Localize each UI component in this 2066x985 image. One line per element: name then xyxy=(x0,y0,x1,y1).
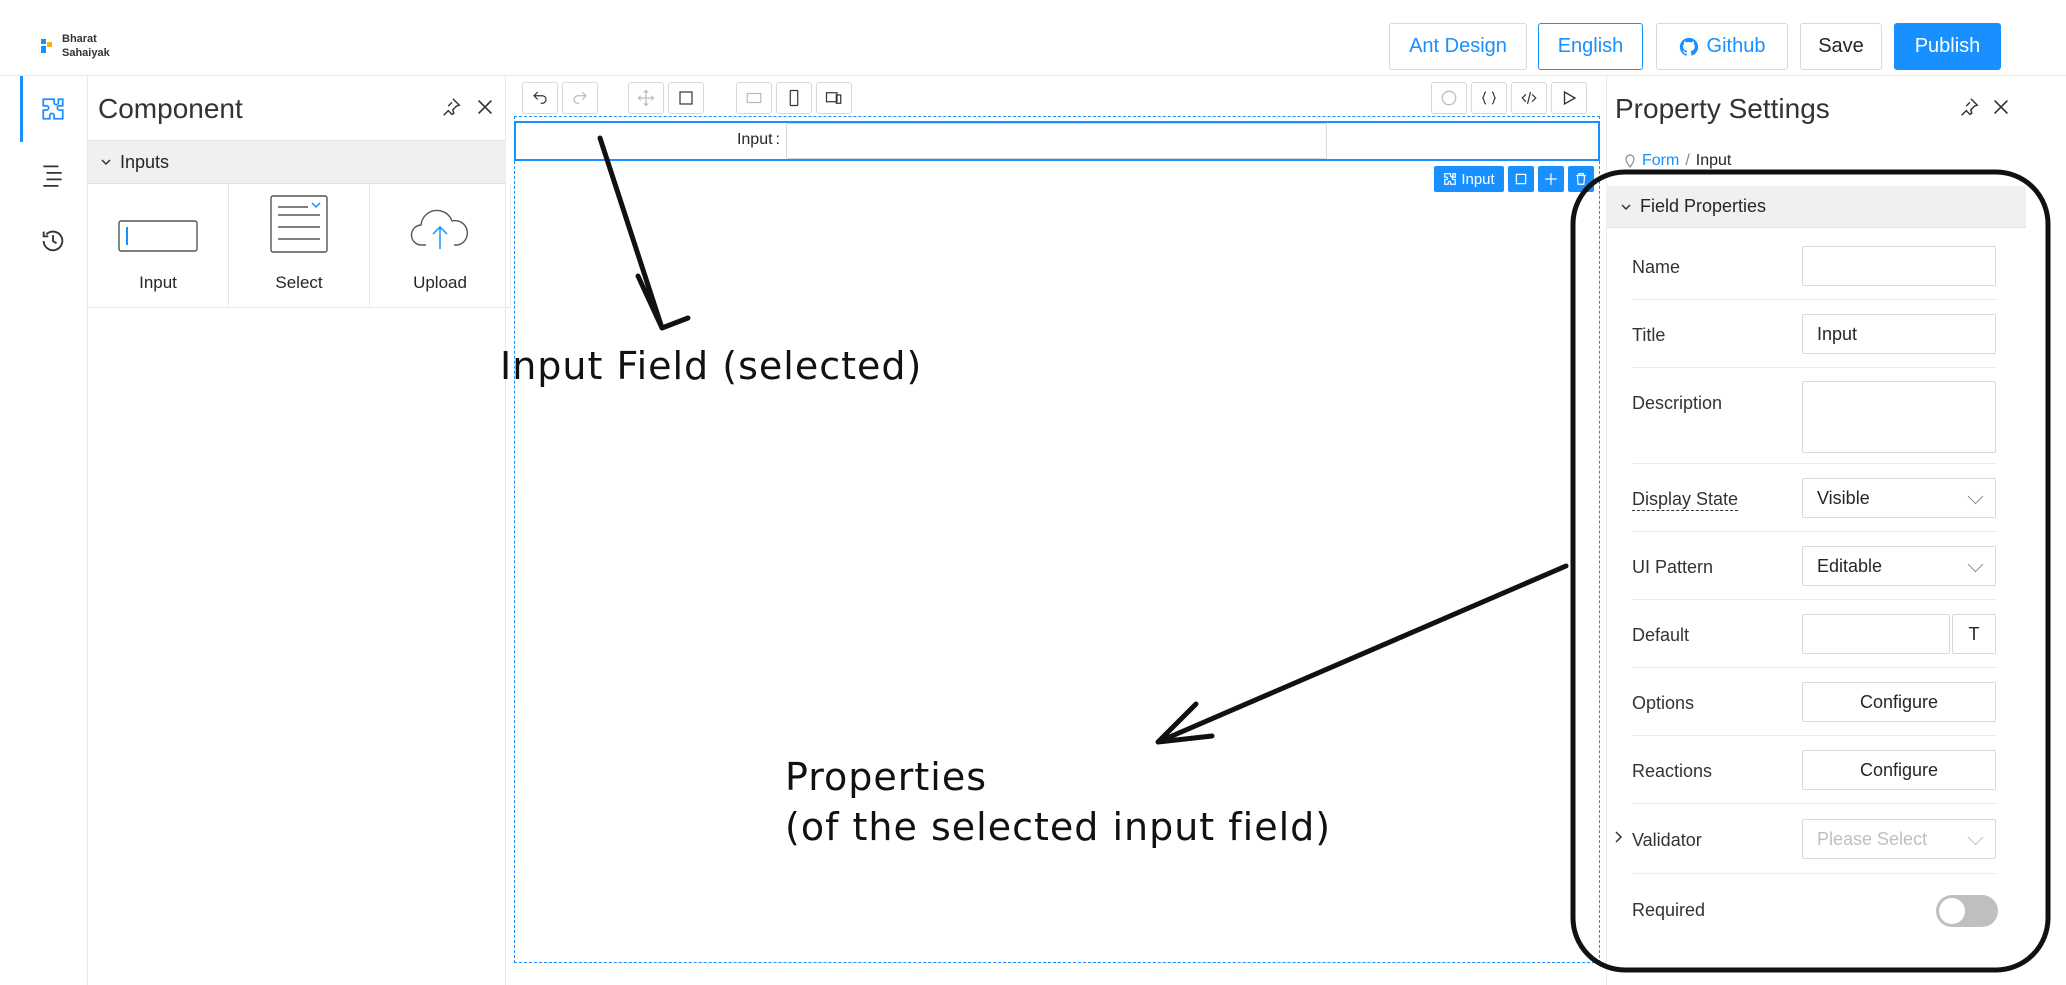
annotation-input-field: Input Field (selected) xyxy=(500,344,923,388)
annotation-properties-line1: Properties xyxy=(785,755,988,799)
annotation-properties-line2: (of the selected input field) xyxy=(785,805,1332,849)
properties-highlight-box xyxy=(1570,169,2051,973)
arrow-to-properties xyxy=(1155,563,1569,745)
arrow-to-input-field xyxy=(597,135,691,331)
